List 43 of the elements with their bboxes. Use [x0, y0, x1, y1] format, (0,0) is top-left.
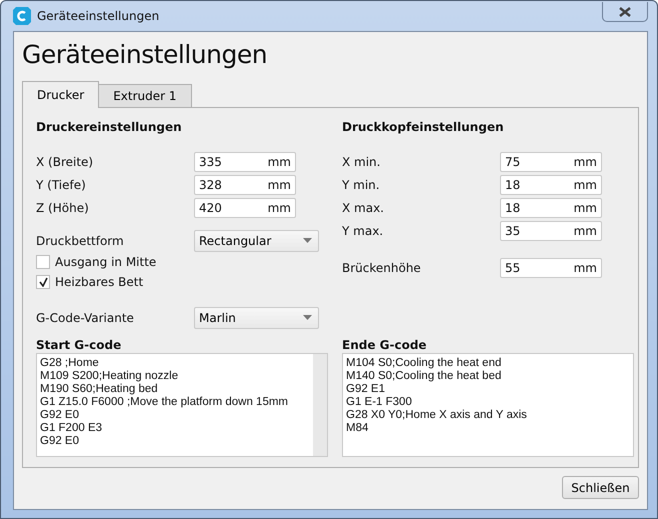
tab[interactable]: Extruder 1	[98, 84, 192, 108]
close-icon	[619, 6, 631, 16]
input-field[interactable]: 35 mm	[500, 220, 602, 240]
code-editor[interactable]: G28 ;Home M109 S200;Heating nozzle M190 S60;Heating bed G1 Z15.0 F6000 ;Move the platform down 15mm G92 E0 G1 F200 E3 G92 E0	[36, 353, 328, 457]
input-field[interactable]: 75 mm	[500, 152, 602, 172]
field-label: Z (Höhe)	[36, 200, 90, 214]
check-icon	[38, 277, 48, 287]
code-editor[interactable]: M104 S0;Cooling the heat end M140 S0;Cooling the heat bed G92 E1 G1 E-1 F300 G28 X0 Y0;Home X axis and Y axis M84	[342, 353, 634, 457]
input-field[interactable]: 55 mm	[500, 258, 602, 278]
input-field[interactable]: 18 mm	[500, 198, 602, 218]
close-button[interactable]	[602, 2, 648, 22]
dialog-heading: Geräteeinstellungen	[22, 40, 268, 69]
field-label: Y max.	[342, 224, 384, 238]
checkbox-label: Heizbares Bett	[55, 275, 144, 289]
caret-icon	[303, 238, 312, 243]
field-label: X (Breite)	[36, 154, 94, 168]
field-label: Y (Tiefe)	[36, 178, 87, 192]
code-text: G28 ;Home M109 S200;Heating nozzle M190 S60;Heating bed G1 Z15.0 F6000 ;Move the platform down 15mm G92 E0 G1 F200 E3 G92 E0	[39, 356, 290, 449]
close-dialog-button[interactable]: Schließen	[562, 476, 639, 499]
field-label: X min.	[342, 154, 382, 168]
checkbox-label: Ausgang in Mitte	[55, 255, 156, 269]
section-title: Druckkopfeinstellungen	[342, 120, 505, 134]
section-title: Ende G-code	[342, 338, 428, 352]
field-label: Y min.	[342, 178, 381, 192]
input-field[interactable]: 18 mm	[500, 174, 602, 194]
section-title: Start G-code	[36, 338, 122, 352]
app-icon	[13, 7, 31, 25]
field-label: Druckbettform	[36, 234, 125, 248]
dropdown[interactable]: Marlin	[194, 306, 319, 328]
field-label: Brückenhöhe	[342, 260, 422, 274]
caret-icon	[303, 315, 312, 320]
scrollbar[interactable]	[313, 354, 327, 456]
input-field[interactable]: 328 mm	[194, 174, 296, 194]
dropdown[interactable]: Rectangular	[194, 230, 319, 252]
input-field[interactable]: 420 mm	[194, 198, 296, 218]
section-title: Druckereinstellungen	[36, 120, 183, 134]
field-label: X max.	[342, 200, 385, 214]
checkbox[interactable]	[36, 255, 50, 269]
input-field[interactable]: 335 mm	[194, 152, 296, 172]
tab[interactable]: Drucker	[22, 81, 100, 108]
window-title: Geräteeinstellungen	[37, 9, 160, 23]
field-label: G-Code-Variante	[36, 310, 135, 324]
checkbox[interactable]	[36, 275, 50, 289]
